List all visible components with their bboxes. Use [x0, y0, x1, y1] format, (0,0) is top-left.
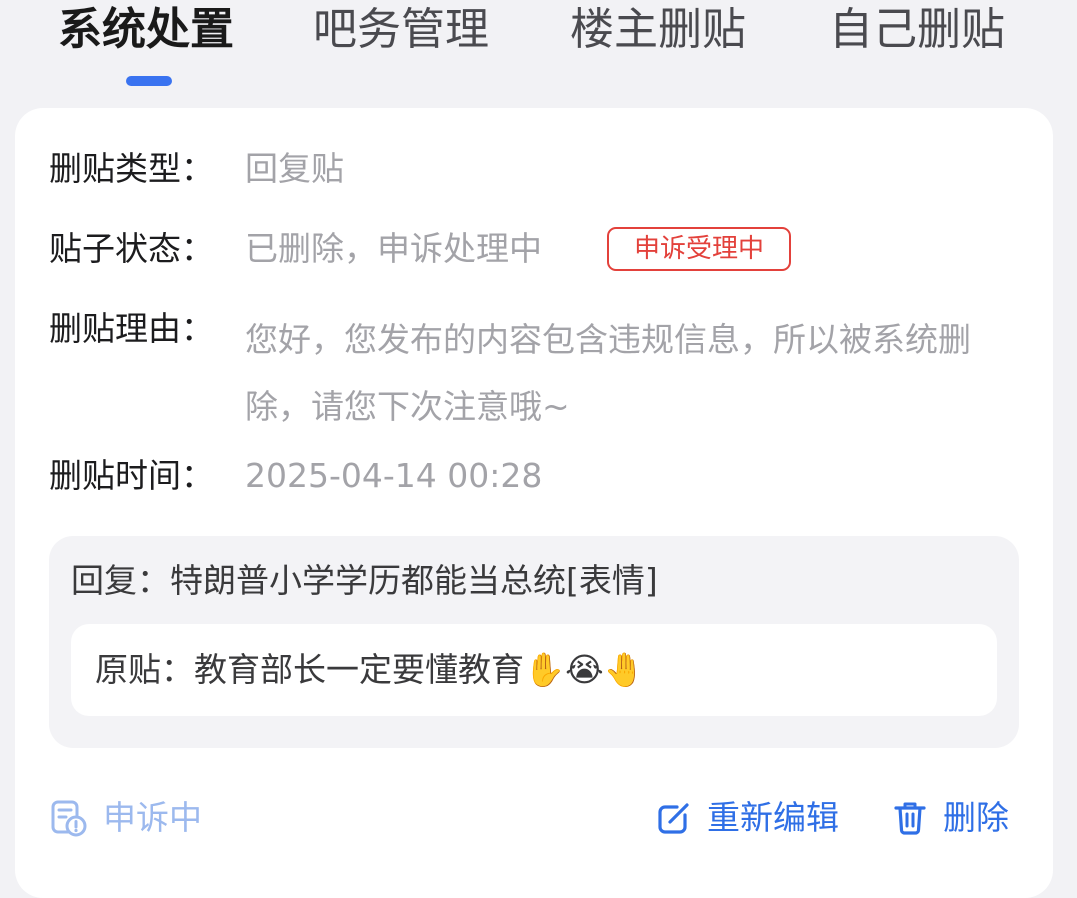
re-edit-button[interactable]: 重新编辑: [655, 796, 839, 840]
active-tab-indicator: [126, 76, 172, 86]
delete-time-value: 2025-04-14 00:28: [245, 456, 543, 495]
tab-op-deleted[interactable]: 楼主删贴: [570, 2, 746, 58]
re-edit-label: 重新编辑: [707, 798, 839, 837]
delete-type-value: 回复贴: [245, 149, 344, 188]
tab-system-handling[interactable]: 系统处置: [58, 2, 234, 58]
delete-reason-value: 您好，您发布的内容包含违规信息，所以被系统删除，请您下次注意哦~: [245, 320, 971, 426]
delete-label: 删除: [943, 798, 1009, 837]
tab-self-deleted[interactable]: 自己删贴: [829, 2, 1005, 58]
tab-bar: 系统处置 吧务管理 楼主删贴 自己删贴: [0, 0, 1077, 100]
original-post-text: 原贴：教育部长一定要懂教育✋😭🤚: [95, 650, 645, 689]
reply-preview[interactable]: 回复：特朗普小学学历都能当总统[表情] 原贴：教育部长一定要懂教育✋😭🤚: [49, 536, 1019, 748]
delete-button[interactable]: 删除: [891, 796, 1009, 840]
post-status-value: 已删除，申诉处理中: [245, 229, 542, 268]
deletion-record-card: 删贴类型： 回复贴 贴子状态： 已删除，申诉处理中 申诉受理中 删贴理由： 您好…: [15, 108, 1053, 898]
delete-time-label: 删贴时间：: [49, 456, 214, 495]
reply-text: 回复：特朗普小学学历都能当总统[表情]: [71, 561, 658, 600]
tab-forum-admin[interactable]: 吧务管理: [313, 2, 489, 58]
appeal-status-label: 申诉中: [103, 798, 202, 837]
original-post-preview[interactable]: 原贴：教育部长一定要懂教育✋😭🤚: [71, 624, 997, 716]
edit-icon: [655, 799, 693, 837]
delete-type-label: 删贴类型：: [49, 149, 214, 188]
status-badge: 申诉受理中: [607, 227, 791, 271]
delete-reason-label: 删贴理由：: [49, 309, 214, 348]
appeal-status: 申诉中: [49, 796, 202, 840]
document-clock-icon: [49, 799, 87, 837]
trash-icon: [891, 799, 929, 837]
post-status-label: 贴子状态：: [49, 229, 214, 268]
